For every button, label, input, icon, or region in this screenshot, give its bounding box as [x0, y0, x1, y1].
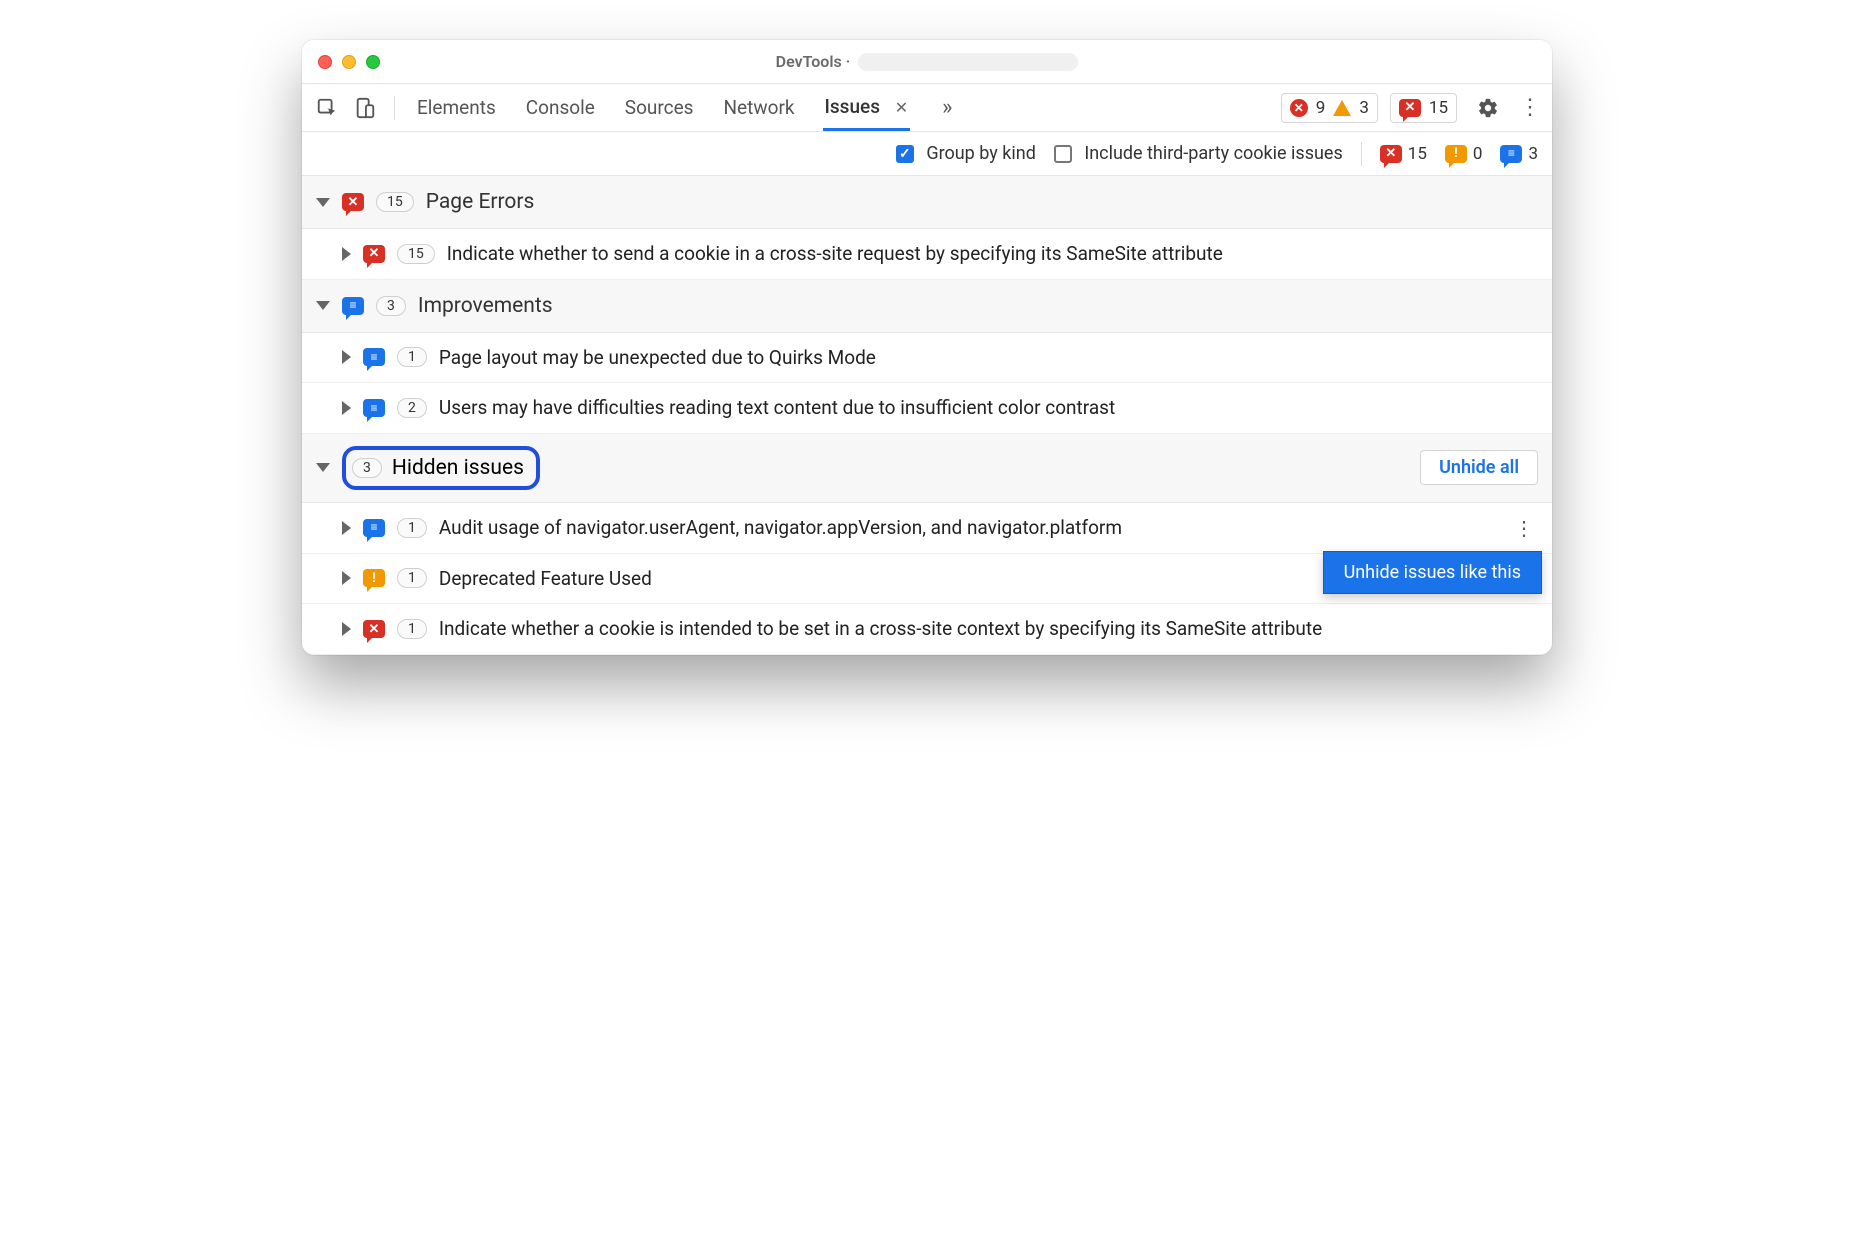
checkbox-on-icon — [896, 145, 914, 163]
group-header-improvements[interactable]: 3 Improvements — [302, 280, 1552, 333]
expander-right-icon[interactable] — [342, 401, 351, 415]
issue-count-pill: 1 — [397, 518, 427, 538]
filter-info-count[interactable]: 3 — [1500, 144, 1538, 164]
info-bubble-icon — [363, 519, 385, 537]
main-toolbar: Elements Console Sources Network Issues … — [302, 84, 1552, 132]
close-tab-icon[interactable]: ✕ — [895, 98, 908, 117]
info-bubble-icon — [363, 399, 385, 417]
filter-error-count[interactable]: 15 — [1380, 144, 1427, 164]
issues-count: 15 — [1429, 98, 1448, 118]
expander-right-icon[interactable] — [342, 247, 351, 261]
issue-text: Page layout may be unexpected due to Qui… — [439, 345, 1538, 371]
context-menu-unhide[interactable]: Unhide issues like this — [1323, 551, 1542, 594]
minimize-window-button[interactable] — [342, 55, 356, 69]
third-party-label: Include third-party cookie issues — [1084, 143, 1342, 164]
group-count-pill: 15 — [376, 192, 414, 212]
settings-gear-icon[interactable] — [1477, 97, 1499, 119]
window-titlebar: DevTools · — [302, 40, 1552, 84]
warning-count: 3 — [1359, 98, 1369, 118]
issue-text: Audit usage of navigator.userAgent, navi… — [439, 515, 1498, 541]
expander-down-icon[interactable] — [316, 301, 330, 310]
toolbar-separator — [394, 96, 395, 120]
more-tabs-icon[interactable]: » — [942, 95, 952, 120]
console-errors-warnings-badge[interactable]: ✕ 9 3 — [1281, 93, 1378, 123]
warning-bubble-icon — [363, 569, 385, 587]
unhide-all-button[interactable]: Unhide all — [1420, 450, 1538, 485]
group-count-pill: 3 — [352, 458, 382, 478]
issue-row[interactable]: 2 Users may have difficulties reading te… — [302, 383, 1552, 434]
issue-count-pill: 2 — [397, 398, 427, 418]
issue-row[interactable]: 1 Audit usage of navigator.userAgent, na… — [302, 503, 1552, 554]
group-by-kind-checkbox[interactable]: Group by kind — [896, 143, 1036, 164]
expander-down-icon[interactable] — [316, 463, 330, 472]
group-title: Improvements — [418, 294, 553, 318]
device-toolbar-icon[interactable] — [352, 97, 378, 119]
hidden-issues-highlight: 3 Hidden issues — [342, 446, 540, 490]
tab-sources[interactable]: Sources — [623, 86, 696, 129]
window-title-text: DevTools · — [776, 52, 851, 71]
error-circle-icon: ✕ — [1290, 99, 1308, 117]
group-title: Page Errors — [426, 190, 535, 214]
filter-separator — [1361, 142, 1362, 166]
tab-console[interactable]: Console — [524, 86, 597, 129]
maximize-window-button[interactable] — [366, 55, 380, 69]
more-options-icon[interactable]: ⋮ — [1519, 95, 1540, 120]
devtools-window: DevTools · Elements Console Sources Netw… — [302, 40, 1552, 655]
traffic-lights — [318, 55, 380, 69]
issue-count-pill: 1 — [397, 619, 427, 639]
tab-issues[interactable]: Issues ✕ — [823, 85, 911, 131]
info-bubble-icon — [363, 348, 385, 366]
group-title: Hidden issues — [392, 456, 524, 480]
tab-issues-label: Issues — [825, 95, 880, 118]
error-bubble-icon — [363, 245, 385, 263]
issue-row[interactable]: 1 Page layout may be unexpected due to Q… — [302, 333, 1552, 384]
close-window-button[interactable] — [318, 55, 332, 69]
issue-row[interactable]: 1 Indicate whether a cookie is intended … — [302, 604, 1552, 655]
issue-count-pill: 15 — [397, 244, 435, 264]
window-title-redacted — [858, 53, 1078, 71]
row-more-options-icon[interactable]: ⋮ — [1510, 516, 1538, 540]
issues-badge[interactable]: 15 — [1390, 93, 1457, 123]
issue-text: Indicate whether a cookie is intended to… — [439, 616, 1538, 642]
group-count-pill: 3 — [376, 296, 406, 316]
filter-error-count-value: 15 — [1408, 144, 1427, 164]
panel-tabs: Elements Console Sources Network Issues … — [415, 85, 952, 131]
filter-warning-count-value: 0 — [1473, 144, 1483, 164]
issue-count-pill: 1 — [397, 347, 427, 367]
group-by-kind-label: Group by kind — [926, 143, 1036, 164]
issue-text: Indicate whether to send a cookie in a c… — [447, 241, 1538, 267]
warning-triangle-icon — [1333, 100, 1351, 116]
checkbox-off-icon — [1054, 145, 1072, 163]
third-party-checkbox[interactable]: Include third-party cookie issues — [1054, 143, 1343, 164]
tab-elements[interactable]: Elements — [415, 86, 498, 129]
issue-row[interactable]: 15 Indicate whether to send a cookie in … — [302, 229, 1552, 280]
filter-warning-count[interactable]: 0 — [1445, 144, 1483, 164]
filter-info-count-value: 3 — [1528, 144, 1538, 164]
expander-right-icon[interactable] — [342, 622, 351, 636]
error-bubble-icon — [363, 620, 385, 638]
inspect-element-icon[interactable] — [314, 97, 340, 119]
expander-right-icon[interactable] — [342, 350, 351, 364]
issues-error-icon — [1399, 99, 1421, 117]
expander-right-icon[interactable] — [342, 571, 351, 585]
warning-bubble-icon — [1445, 145, 1467, 163]
group-header-page-errors[interactable]: 15 Page Errors — [302, 176, 1552, 229]
window-title: DevTools · — [302, 52, 1552, 72]
info-bubble-icon — [342, 297, 364, 315]
issue-text: Users may have difficulties reading text… — [439, 395, 1538, 421]
issues-filter-bar: Group by kind Include third-party cookie… — [302, 132, 1552, 176]
toolbar-right: ✕ 9 3 15 ⋮ — [1281, 93, 1540, 123]
expander-right-icon[interactable] — [342, 521, 351, 535]
info-bubble-icon — [1500, 145, 1522, 163]
error-bubble-icon — [342, 193, 364, 211]
expander-down-icon[interactable] — [316, 198, 330, 207]
error-count: 9 — [1316, 98, 1326, 118]
error-bubble-icon — [1380, 145, 1402, 163]
tab-network[interactable]: Network — [721, 86, 796, 129]
group-header-hidden-issues[interactable]: 3 Hidden issues Unhide all — [302, 434, 1552, 503]
issue-count-pill: 1 — [397, 568, 427, 588]
